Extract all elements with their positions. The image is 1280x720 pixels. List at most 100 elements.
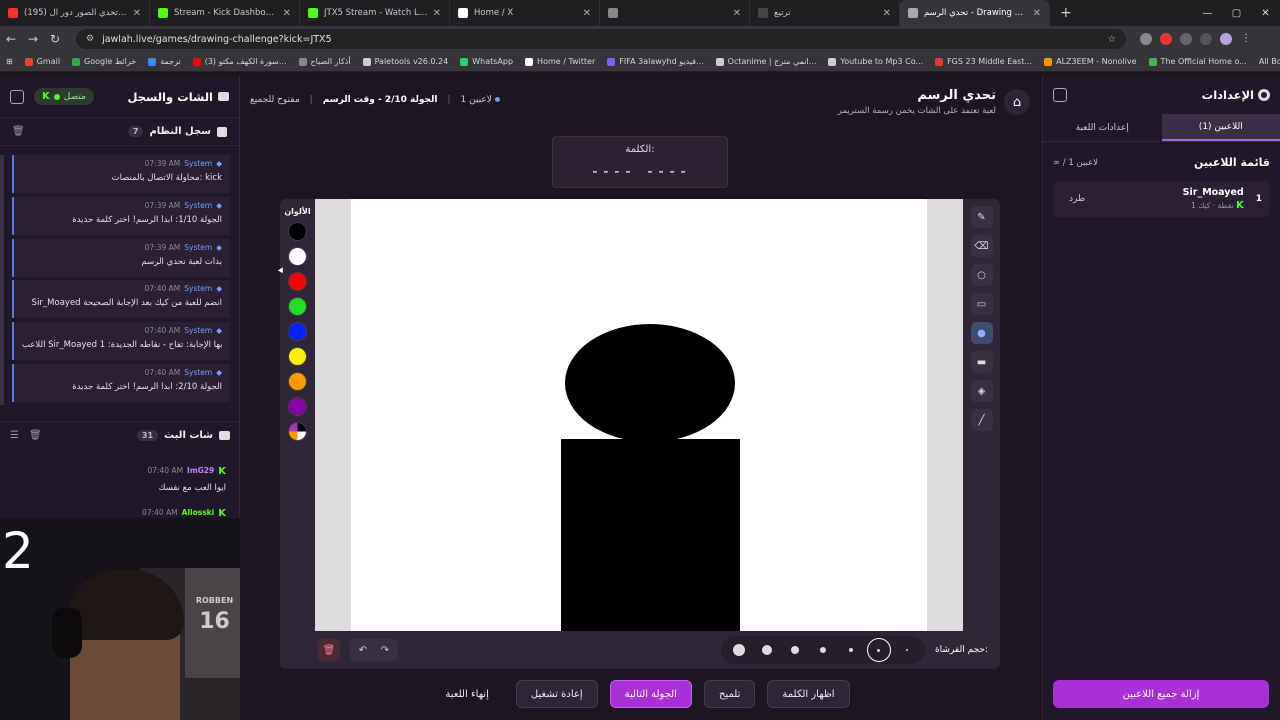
player-list-count: ∞ / 1 لاعبين <box>1053 157 1098 168</box>
bookmark-item[interactable]: Octanime | انمي مترج... <box>715 57 816 66</box>
menu-icon[interactable]: ⋮ <box>1240 33 1252 45</box>
collapse-panel-icon[interactable] <box>1053 88 1067 102</box>
new-tab-button[interactable]: + <box>1050 5 1082 21</box>
browser-tab[interactable]: JTX5 Stream - Watch Live on Ki ✕ <box>300 0 450 26</box>
color-swatch[interactable] <box>288 372 307 391</box>
bookmark-item[interactable]: Home / Twitter <box>525 57 595 66</box>
collapse-panel-icon[interactable] <box>10 89 24 104</box>
color-swatch[interactable] <box>288 347 307 366</box>
bookmark-item[interactable]: FGS 23 Middle East... <box>935 57 1032 66</box>
color-swatch[interactable] <box>288 222 307 241</box>
log-scrollbar[interactable] <box>0 155 4 405</box>
minimize-button[interactable]: — <box>1193 8 1222 19</box>
kick-badge-icon: K <box>218 466 226 477</box>
chat-filter-icon[interactable]: ☰ <box>10 430 19 441</box>
reload-icon[interactable]: ↻ <box>44 32 66 46</box>
color-swatch[interactable] <box>288 322 307 341</box>
bookmark-item[interactable]: ترجمة <box>148 57 181 66</box>
brush-size-option[interactable] <box>866 638 891 662</box>
bookmark-item[interactable]: Google خرائط <box>72 57 136 66</box>
apps-icon[interactable]: ⊞ <box>6 57 13 66</box>
forward-icon[interactable]: → <box>22 32 44 46</box>
restart-button[interactable]: إعادة تشغيل <box>515 680 598 708</box>
next-round-button[interactable]: الجولة التالية <box>609 680 693 708</box>
color-swatch[interactable] <box>288 247 307 266</box>
chat-message-user[interactable]: ImG29 <box>187 466 214 477</box>
browser-tab[interactable]: Stream - Kick Dashboard ✕ <box>150 0 300 26</box>
bookmark-item[interactable]: Gmail <box>24 57 60 66</box>
close-tab-icon[interactable]: ✕ <box>283 8 291 19</box>
address-bar[interactable]: ⚙ jawlah.live/games/drawing-challenge?ki… <box>76 29 1126 49</box>
status-dot-icon <box>494 97 500 102</box>
browser-tab[interactable]: ✕ <box>600 0 750 26</box>
clear-log-icon[interactable]: 🗑 <box>12 126 25 137</box>
online-dot-icon <box>53 93 60 100</box>
close-tab-icon[interactable]: ✕ <box>583 8 591 19</box>
reveal-word-button[interactable]: اظهار الكلمة <box>767 680 850 708</box>
tab-game-settings[interactable]: إعدادات اللعبة <box>1043 114 1162 141</box>
log-time: 07:39 AM <box>144 159 181 168</box>
close-tab-icon[interactable]: ✕ <box>883 8 891 19</box>
back-icon[interactable]: ← <box>0 32 22 46</box>
custom-color-picker[interactable] <box>288 422 307 441</box>
bookmark-item[interactable]: Youtube to Mp3 Co... <box>828 57 923 66</box>
home-button[interactable]: ⌂ <box>1004 89 1030 115</box>
tab-players[interactable]: اللاعبين (1) <box>1161 114 1280 141</box>
bookmark-item[interactable]: ALZ3EEM - Nonolive <box>1044 57 1137 66</box>
hint-button[interactable]: تلميح <box>704 680 756 708</box>
close-window-button[interactable]: ✕ <box>1251 8 1280 19</box>
maximize-button[interactable]: ▢ <box>1222 8 1251 19</box>
tab-favicon <box>608 8 618 18</box>
undo-icon[interactable]: ↶ <box>354 641 372 659</box>
bookmark-item[interactable]: WhatsApp <box>460 57 513 66</box>
line-tool-button[interactable]: ╱ <box>970 409 993 431</box>
browser-tab[interactable]: تحدي الرسم - Drawing Challenge ✕ <box>900 0 1050 26</box>
remove-all-players-button[interactable]: إزالة جميع اللاعبين <box>1053 680 1269 708</box>
eraser-tool-button[interactable]: ⌫ <box>970 235 993 257</box>
color-swatch[interactable] <box>288 272 307 291</box>
jersey-name: ROBBEN <box>195 596 234 605</box>
site-info-icon[interactable]: ⚙ <box>86 34 94 44</box>
bookmark-item[interactable]: FIFA 3alawyhd فيديو... <box>607 57 704 66</box>
extension-icon[interactable] <box>1160 33 1172 45</box>
bookmark-item[interactable]: أذكار الصباح <box>298 57 351 66</box>
clear-chat-icon[interactable]: 🗑 <box>29 430 42 441</box>
color-swatch[interactable] <box>288 297 307 316</box>
close-tab-icon[interactable]: ✕ <box>1033 8 1041 19</box>
filled-circle-tool-button[interactable]: ● <box>970 322 993 344</box>
bookmark-item[interactable]: (3) سورة الكهف مكتو... <box>192 57 287 66</box>
profile-avatar[interactable] <box>1220 33 1232 45</box>
extension-icon[interactable] <box>1140 33 1152 45</box>
bookmark-item[interactable]: Paletools v26.0.24 <box>362 57 448 66</box>
all-bookmarks-button[interactable]: All Bookmarks <box>1259 57 1280 66</box>
brush-size-option[interactable] <box>811 638 835 662</box>
kick-player-button[interactable]: طرد <box>1069 194 1085 204</box>
close-tab-icon[interactable]: ✕ <box>733 8 741 19</box>
brush-size-option[interactable] <box>755 638 779 662</box>
fill-bucket-tool-button[interactable]: ◈ <box>970 380 993 402</box>
drawing-canvas[interactable] <box>351 199 927 631</box>
circle-tool-button[interactable]: ○ <box>970 264 993 286</box>
bookmark-star-icon[interactable]: ☆ <box>1107 34 1116 45</box>
bookmark-item[interactable]: The Official Home o... <box>1148 57 1247 66</box>
browser-tab[interactable]: ترتيع ✕ <box>750 0 900 26</box>
brush-size-option[interactable] <box>839 638 863 662</box>
extension-icon[interactable] <box>1200 33 1212 45</box>
bookmark-favicon <box>715 57 724 66</box>
rectangle-tool-button[interactable]: ▭ <box>970 293 993 315</box>
brush-size-option[interactable] <box>895 638 919 662</box>
brush-size-option[interactable] <box>783 638 807 662</box>
end-game-button[interactable]: إنهاء اللعبة <box>430 680 503 708</box>
close-tab-icon[interactable]: ✕ <box>433 8 441 19</box>
extension-icon[interactable] <box>1180 33 1192 45</box>
color-swatch[interactable] <box>288 397 307 416</box>
browser-tab[interactable]: Home / X ✕ <box>450 0 600 26</box>
filled-rectangle-tool-button[interactable]: ▬ <box>970 351 993 373</box>
brush-size-option[interactable] <box>727 638 751 662</box>
clear-canvas-button[interactable]: 🗑 <box>318 639 340 661</box>
browser-tab[interactable]: (195) بطولة تحدي الصور دور ال ✕ <box>0 0 150 26</box>
game-actions: إنهاء اللعبة إعادة تشغيل الجولة التالية … <box>240 680 1040 708</box>
pencil-tool-button[interactable]: ✎ <box>970 206 993 228</box>
redo-icon[interactable]: ↷ <box>376 641 394 659</box>
close-tab-icon[interactable]: ✕ <box>133 8 141 19</box>
